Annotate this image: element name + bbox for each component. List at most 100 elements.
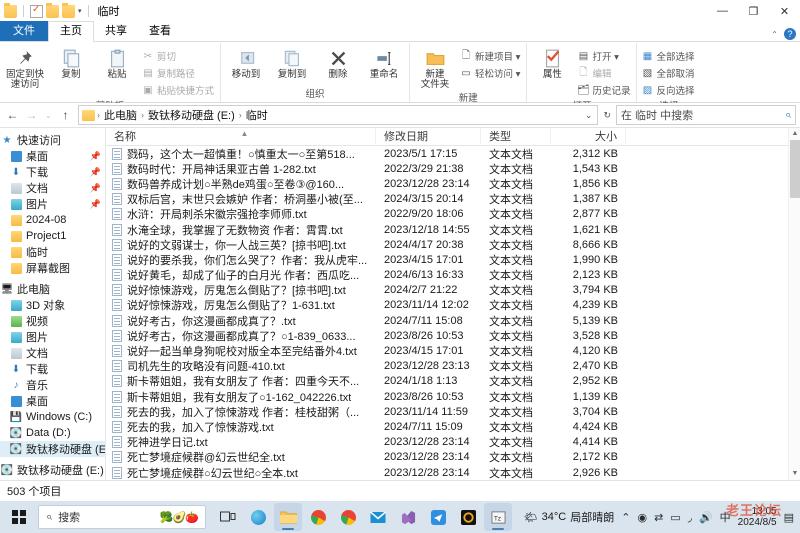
refresh-icon[interactable]: ↻ [600, 110, 614, 121]
rename-button[interactable]: 重命名 [362, 45, 406, 80]
file-name-cell[interactable]: 说好一起当单身狗呢校对版全本至完结番外4.txt [106, 343, 376, 359]
navigation-pane[interactable]: ★ 快速访问 桌面 📌 ⬇ 下载 📌 文档 📌 图片 📌 2024-08 Pro… [0, 128, 106, 480]
file-name-cell[interactable]: 斯卡蒂姐姐，我有女朋友了 作者：四重今天不... [106, 373, 376, 389]
search-icon[interactable]: ⌕ [785, 109, 791, 122]
table-row[interactable]: 说好的文弱谋士，你一人战三英？[掠书吧].txt 2024/4/17 20:38 文… [106, 237, 800, 252]
table-row[interactable]: 死神进学日记.txt 2023/12/28 23:14 文本文档 4,414 KB [106, 435, 800, 450]
collapse-ribbon-icon[interactable]: ⌃ [771, 30, 778, 39]
tab-view[interactable]: 查看 [138, 22, 182, 41]
chrome-button[interactable] [304, 503, 332, 531]
recent-locations-button[interactable]: ⌄ [42, 107, 55, 124]
paste-shortcut-button[interactable]: ▣ 粘贴快捷方式 [141, 82, 217, 98]
file-name-cell[interactable]: 戮码，这个太一超慎重！○慎重太一○至第518... [106, 146, 376, 162]
table-row[interactable]: 说好考古，你这漫画都成真了？○1-839_0633... 2023/8/26 10… [106, 328, 800, 343]
column-header-size[interactable]: 大小 [551, 128, 626, 146]
history-button[interactable]: 🗂 历史记录 [576, 82, 633, 98]
ime-indicator[interactable]: 中 [720, 509, 731, 525]
obs-button[interactable] [454, 503, 482, 531]
terminal-button[interactable]: Tz [484, 503, 512, 531]
scroll-up-arrow-icon[interactable]: ▲ [789, 128, 800, 140]
sidebar-header-quick-access[interactable]: ★ 快速访问 [0, 132, 105, 148]
tab-file[interactable]: 文件 [0, 21, 48, 41]
onedrive-icon[interactable]: ◉ [637, 511, 647, 524]
file-name-cell[interactable]: 数码时代：开局神话果亚古兽 1-282.txt [106, 161, 376, 177]
file-name-cell[interactable]: 数码兽养成计划○半熟de鸡蛋○至卷③@160... [106, 176, 376, 192]
undo-icon[interactable] [62, 2, 75, 18]
table-row[interactable]: 死亡梦境症候群○幻云世纪○全本.txt 2023/12/28 23:14 文本文档 2… [106, 465, 800, 480]
chevron-down-icon[interactable]: ▾ [78, 7, 82, 15]
sidebar-item-downloads[interactable]: ⬇ 下载 📌 [0, 164, 105, 180]
file-name-cell[interactable]: 死亡梦境症候群○幻云世纪○全本.txt [106, 465, 376, 480]
vertical-scrollbar[interactable]: ▲ ▼ [788, 128, 800, 480]
file-name-cell[interactable]: 斯卡蒂姐姐，我有女朋友了○1-162_042226.txt [106, 389, 376, 405]
clock[interactable]: 13:05 2024/8/5 [738, 506, 777, 528]
sidebar-item-temp[interactable]: 临时 [0, 244, 105, 260]
copy-button[interactable]: 复制 [49, 45, 93, 80]
network-icon[interactable]: ◞ [688, 511, 692, 524]
breadcrumb-item-this-pc[interactable]: 此电脑 [102, 107, 139, 123]
table-row[interactable]: 死亡梦境症候群@幻云世纪全.txt 2023/12/28 23:14 文本文档 2,1… [106, 450, 800, 465]
file-name-cell[interactable]: 说好惊悚游戏，厉鬼怎么倒贴了？[掠书吧].txt [106, 282, 376, 298]
new-folder-icon[interactable] [46, 2, 59, 18]
chevron-down-icon[interactable]: ⌄ [582, 110, 596, 121]
back-button[interactable]: ← [4, 107, 21, 124]
folder-icon[interactable] [4, 2, 17, 18]
notification-center-icon[interactable]: ▤ [784, 511, 794, 524]
easy-access-button[interactable]: ▭ 轻松访问 ▾ [459, 65, 523, 81]
tray-overflow-icon[interactable]: ⌃ [621, 511, 630, 524]
vscode-button[interactable] [394, 503, 422, 531]
delete-button[interactable]: 删除 [316, 45, 360, 80]
sidebar-item-data-d[interactable]: 💽 Data (D:) [0, 425, 105, 441]
pin-icon[interactable]: 📌 [90, 183, 101, 194]
copy-to-button[interactable]: 复制到 [270, 45, 314, 80]
table-row[interactable]: 双标后宫，末世只会嫉妒 作者：桥洞墨小被(至... 2024/3/15 20:14… [106, 192, 800, 207]
table-row[interactable]: 说好惊悚游戏，厉鬼怎么倒贴了？[掠书吧].txt 2024/2/7 21:22 文本… [106, 283, 800, 298]
column-header-type[interactable]: 类型 [481, 128, 551, 146]
task-view-button[interactable] [214, 503, 242, 531]
table-row[interactable]: 说好的要杀我，你们怎么哭了？作者：我从虎牢... 2023/4/15 17:01 文… [106, 252, 800, 267]
file-name-cell[interactable]: 死亡梦境症候群@幻云世纪全.txt [106, 449, 376, 465]
table-row[interactable]: 数码时代：开局神话果亚古兽 1-282.txt 2022/3/29 21:38 文本… [106, 161, 800, 176]
copy-path-button[interactable]: ▤ 复制路径 [141, 65, 217, 81]
file-rows[interactable]: 戮码，这个太一超慎重！○慎重太一○至第518... 2023/5/1 17:15 文… [106, 146, 800, 480]
up-button[interactable]: ↑ [57, 107, 74, 124]
invert-selection-button[interactable]: ▨ 反向选择 [640, 82, 697, 98]
maximize-button[interactable]: ❐ [738, 0, 769, 22]
table-row[interactable]: 说好惊悚游戏，厉鬼怎么倒贴了？1-631.txt 2023/11/14 12:02… [106, 298, 800, 313]
table-row[interactable]: 说好黄毛，却成了仙子的白月光 作者：西瓜吃... 2024/6/13 16:33 文… [106, 268, 800, 283]
properties-icon[interactable] [30, 4, 43, 18]
sidebar-item-desktop[interactable]: 桌面 📌 [0, 148, 105, 164]
volume-icon[interactable]: 🔊 [699, 511, 713, 524]
sidebar-item-screenshots[interactable]: 屏幕截图 [0, 260, 105, 276]
edit-button[interactable]: 🗋 编辑 [576, 65, 633, 81]
table-row[interactable]: 死去的我，加入了惊悚游戏.txt 2024/7/11 15:09 文本文档 4,424… [106, 419, 800, 434]
sidebar-header-drive-e[interactable]: 💽 致钛移动硬盘 (E:) [0, 462, 105, 478]
file-name-cell[interactable]: 水淹全球，我掌握了无数物资 作者：霄霄.txt [106, 222, 376, 238]
file-name-cell[interactable]: 说好惊悚游戏，厉鬼怎么倒贴了？1-631.txt [106, 297, 376, 313]
telegram-button[interactable] [424, 503, 452, 531]
sidebar-item-2024-08[interactable]: 2024-08 [0, 212, 105, 228]
table-row[interactable]: 斯卡蒂姐姐，我有女朋友了○1-162_042226.txt 2023/8/26 1… [106, 389, 800, 404]
sidebar-header-this-pc[interactable]: 🖥 此电脑 [0, 281, 105, 297]
select-none-button[interactable]: ▧ 全部取消 [640, 65, 697, 81]
forward-button[interactable]: → [23, 107, 40, 124]
move-to-button[interactable]: 移动到 [224, 45, 268, 80]
table-row[interactable]: 司机先生的攻略没有问题-410.txt 2023/12/28 23:13 文本文档 2… [106, 359, 800, 374]
open-button[interactable]: ▤ 打开 ▾ [576, 48, 633, 64]
sidebar-item-pictures[interactable]: 图片 📌 [0, 196, 105, 212]
pin-icon[interactable]: 📌 [90, 199, 101, 210]
select-all-button[interactable]: ▦ 全部选择 [640, 48, 697, 64]
file-name-cell[interactable]: 水浒：开局刺杀宋徽宗强抢李师师.txt [106, 206, 376, 222]
file-name-cell[interactable]: 死去的我，加入了惊悚游戏.txt [106, 419, 376, 435]
taskbar-search-input[interactable]: ⌕ 搜索 🥦🥑🍅 [38, 505, 206, 529]
sidebar-item-music[interactable]: ♪ 音乐 [0, 377, 105, 393]
file-name-cell[interactable]: 说好考古，你这漫画都成真了？○1-839_0633... [106, 328, 376, 344]
mail-button[interactable] [364, 503, 392, 531]
close-button[interactable]: ✕ [769, 0, 800, 22]
scrollbar-thumb[interactable] [790, 140, 800, 198]
table-row[interactable]: 斯卡蒂姐姐，我有女朋友了 作者：四重今天不... 2024/1/18 1:13 文本… [106, 374, 800, 389]
file-name-cell[interactable]: 双标后宫，末世只会嫉妒 作者：桥洞墨小被(至... [106, 191, 376, 207]
file-name-cell[interactable]: 说好的要杀我，你们怎么哭了？作者：我从虎牢... [106, 252, 376, 268]
edge-button[interactable] [244, 503, 272, 531]
file-name-cell[interactable]: 司机先生的攻略没有问题-410.txt [106, 358, 376, 374]
